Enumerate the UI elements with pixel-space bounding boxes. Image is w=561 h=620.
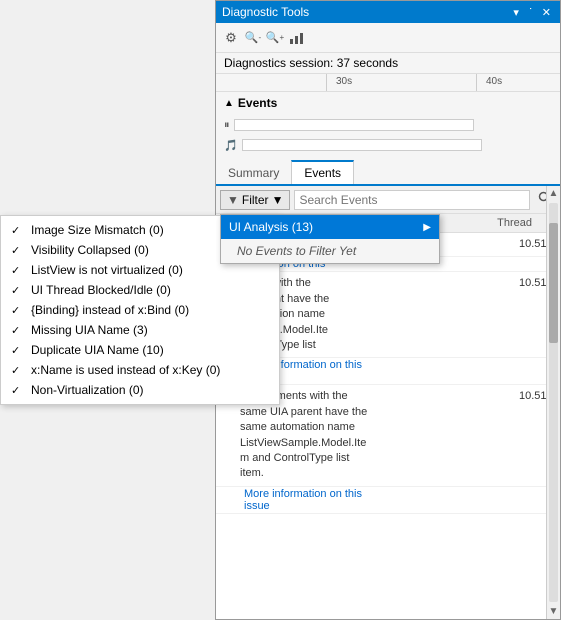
zoom-in-icon[interactable]: 🔍+ bbox=[266, 29, 284, 47]
checkmark-icon: ✓ bbox=[11, 224, 23, 237]
events-section: ▲ Events ⏸ 🎵 bbox=[216, 92, 560, 162]
event-bar-2 bbox=[242, 139, 482, 151]
filter-dropdown-arrow: ▼ bbox=[272, 193, 284, 207]
filter-item-label: {Binding} instead of x:Bind (0) bbox=[31, 303, 189, 317]
events-section-header[interactable]: ▲ Events bbox=[216, 92, 560, 114]
filter-item-label: Missing UIA Name (3) bbox=[31, 323, 148, 337]
settings-icon[interactable]: ⚙ bbox=[222, 29, 240, 47]
list-item[interactable]: ✓ x:Name is used instead of x:Key (0) bbox=[1, 360, 279, 380]
filter-item-label: Non-Virtualization (0) bbox=[31, 383, 144, 397]
checkmark-icon: ✓ bbox=[11, 384, 23, 397]
list-item[interactable]: ✓ UI Thread Blocked/Idle (0) bbox=[1, 280, 279, 300]
event-control-row-2: 🎵 bbox=[224, 136, 552, 154]
chart-icon[interactable] bbox=[288, 29, 306, 47]
tab-summary[interactable]: Summary bbox=[216, 162, 291, 184]
checkmark-icon: ✓ bbox=[11, 264, 23, 277]
list-item[interactable]: ✓ {Binding} instead of x:Bind (0) bbox=[1, 300, 279, 320]
scrollbar[interactable]: ▲ ▼ bbox=[546, 186, 560, 619]
checkmark-icon: ✓ bbox=[11, 364, 23, 377]
filter-item-label: Visibility Collapsed (0) bbox=[31, 243, 149, 257]
dropdown-menu: UI Analysis (13) ▶ No Events to Filter Y… bbox=[220, 214, 440, 264]
panel-titlebar: Diagnostic Tools ▾ ᐝ ✕ bbox=[216, 1, 560, 23]
event-content: More information on thisissue bbox=[244, 359, 552, 383]
session-label: Diagnostics session: 37 seconds bbox=[224, 56, 398, 70]
event-content: UIA Elements with thesame UIA parent hav… bbox=[240, 389, 513, 481]
filter-item-label: Duplicate UIA Name (10) bbox=[31, 343, 164, 357]
unpin-button[interactable]: ᐝ bbox=[526, 6, 535, 19]
checkmark-icon: ✓ bbox=[11, 324, 23, 337]
session-bar: Diagnostics session: 37 seconds bbox=[216, 53, 560, 74]
panel-toolbar: ⚙ 🔍- 🔍+ bbox=[216, 23, 560, 53]
event-text: ments with theIA parent have theautomati… bbox=[240, 276, 513, 353]
checkmark-icon: ✓ bbox=[11, 284, 23, 297]
dropdown-item-label: UI Analysis (13) bbox=[229, 220, 313, 234]
tick-30s: 30s bbox=[336, 76, 352, 87]
list-item[interactable]: ✓ Missing UIA Name (3) bbox=[1, 320, 279, 340]
tabs-bar: Summary Events bbox=[216, 162, 560, 186]
filter-item-label: Image Size Mismatch (0) bbox=[31, 223, 164, 237]
event-text: UIA Elements with thesame UIA parent hav… bbox=[240, 389, 513, 481]
tick-40s: 40s bbox=[486, 76, 502, 87]
filter-item-label: ListView is not virtualized (0) bbox=[31, 263, 183, 277]
event-control-row-1: ⏸ bbox=[224, 116, 552, 134]
checkmark-icon: ✓ bbox=[11, 304, 23, 317]
checkmark-icon: ✓ bbox=[11, 244, 23, 257]
timeline-ruler: 30s 40s bbox=[216, 74, 560, 92]
filter-label: Filter bbox=[242, 193, 269, 207]
search-input[interactable] bbox=[294, 190, 530, 210]
events-controls: ⏸ 🎵 bbox=[216, 114, 560, 156]
more-info-link-2[interactable]: More information on thisissue bbox=[244, 359, 552, 383]
scroll-down-arrow[interactable]: ▼ bbox=[547, 604, 560, 619]
pause-icon[interactable]: ⏸ bbox=[224, 119, 230, 132]
dropdown-item-no-events: No Events to Filter Yet bbox=[221, 239, 439, 263]
scroll-thumb[interactable] bbox=[549, 223, 558, 343]
scroll-up-arrow[interactable]: ▲ bbox=[547, 186, 560, 201]
filter-button[interactable]: ▼ Filter ▼ bbox=[220, 190, 290, 210]
table-row: More information on thisissue bbox=[216, 487, 560, 514]
zoom-out-icon[interactable]: 🔍- bbox=[244, 29, 262, 47]
filter-item-label: UI Thread Blocked/Idle (0) bbox=[31, 283, 171, 297]
thread-column-header: Thread bbox=[497, 217, 552, 229]
more-info-link-3[interactable]: More information on thisissue bbox=[244, 488, 552, 512]
collapse-icon: ▲ bbox=[224, 98, 234, 109]
filter-bar: ▼ Filter ▼ bbox=[216, 186, 560, 214]
dropdown-item-ui-analysis[interactable]: UI Analysis (13) ▶ bbox=[221, 215, 439, 239]
events-section-label: Events bbox=[238, 96, 277, 110]
list-item[interactable]: ✓ Non-Virtualization (0) bbox=[1, 380, 279, 400]
panel-title: Diagnostic Tools bbox=[222, 5, 309, 19]
event-bar-1 bbox=[234, 119, 474, 131]
pin-button[interactable]: ▾ bbox=[510, 6, 522, 19]
event-content: More information on thisissue bbox=[244, 488, 552, 512]
camera-icon[interactable]: 🎵 bbox=[224, 139, 238, 152]
filter-icon: ▼ bbox=[227, 193, 239, 207]
filter-item-label: x:Name is used instead of x:Key (0) bbox=[31, 363, 220, 377]
event-content: ments with theIA parent have theautomati… bbox=[240, 276, 513, 353]
checkmark-icon: ✓ bbox=[11, 344, 23, 357]
close-button[interactable]: ✕ bbox=[539, 6, 554, 19]
list-item[interactable]: ✓ Duplicate UIA Name (10) bbox=[1, 340, 279, 360]
submenu-arrow: ▶ bbox=[423, 222, 431, 233]
titlebar-controls: ▾ ᐝ ✕ bbox=[510, 6, 554, 19]
tab-events[interactable]: Events bbox=[291, 160, 354, 184]
